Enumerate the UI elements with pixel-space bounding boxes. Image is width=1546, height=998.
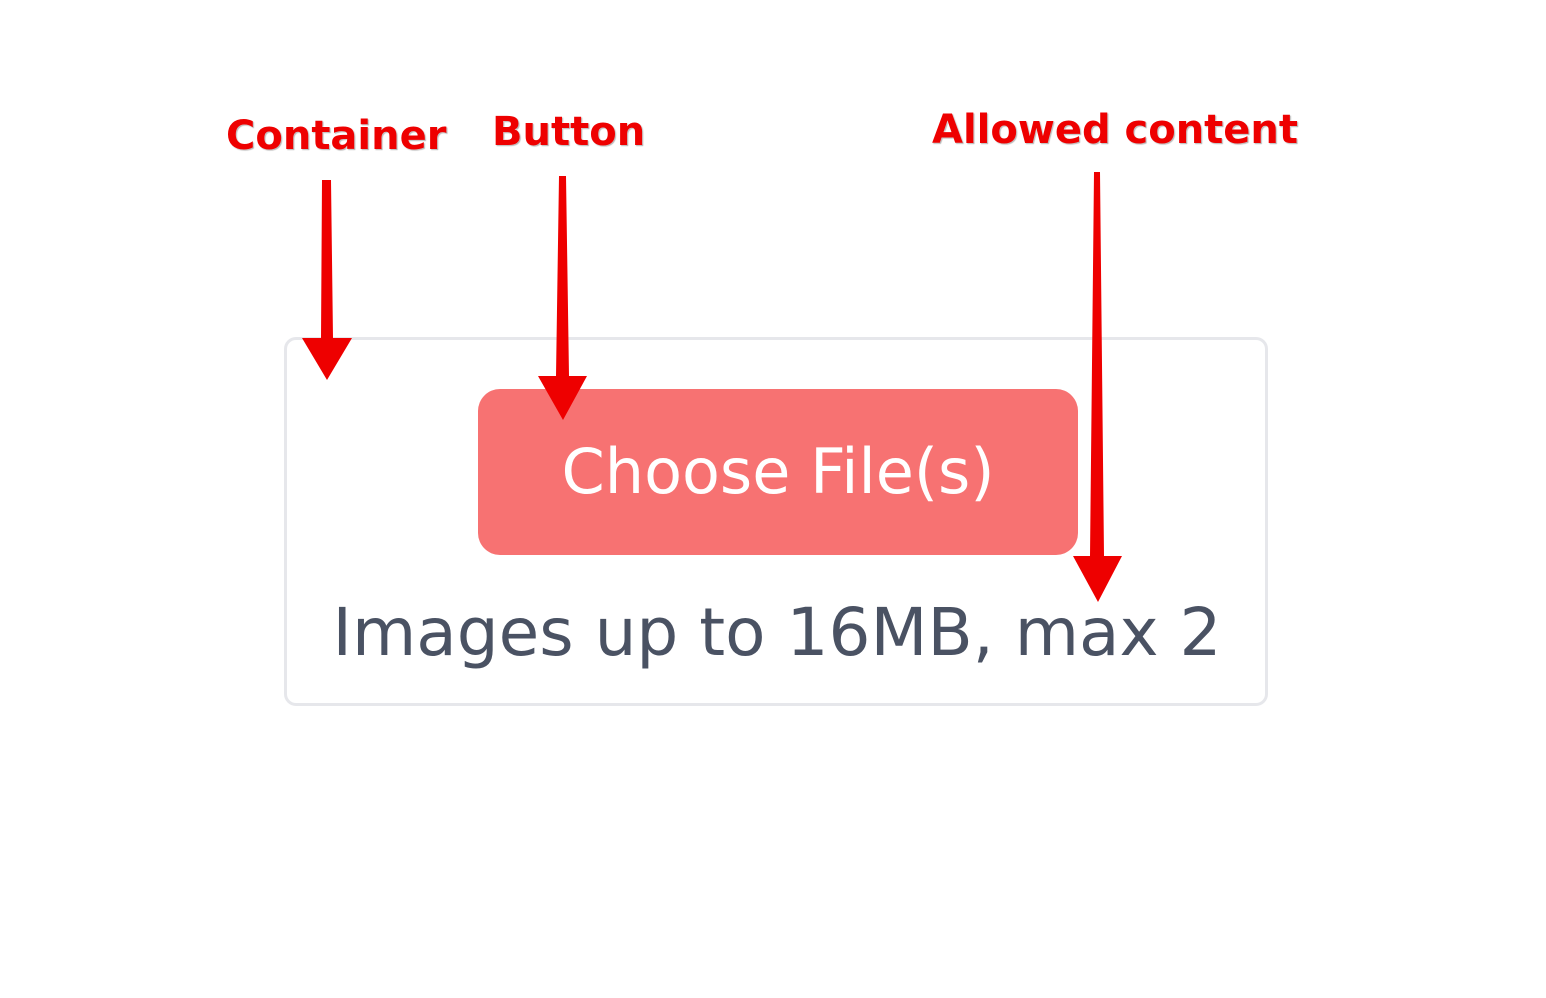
- allowed-content-text: Images up to 16MB, max 2: [332, 594, 1222, 671]
- annotation-label-allowed-content: Allowed content: [932, 107, 1299, 153]
- annotation-label-button: Button: [492, 109, 646, 155]
- choose-files-button[interactable]: Choose File(s): [478, 389, 1078, 555]
- annotated-screenshot: Choose File(s) Images up to 16MB, max 2 …: [0, 0, 1546, 998]
- annotation-label-container: Container: [226, 113, 447, 159]
